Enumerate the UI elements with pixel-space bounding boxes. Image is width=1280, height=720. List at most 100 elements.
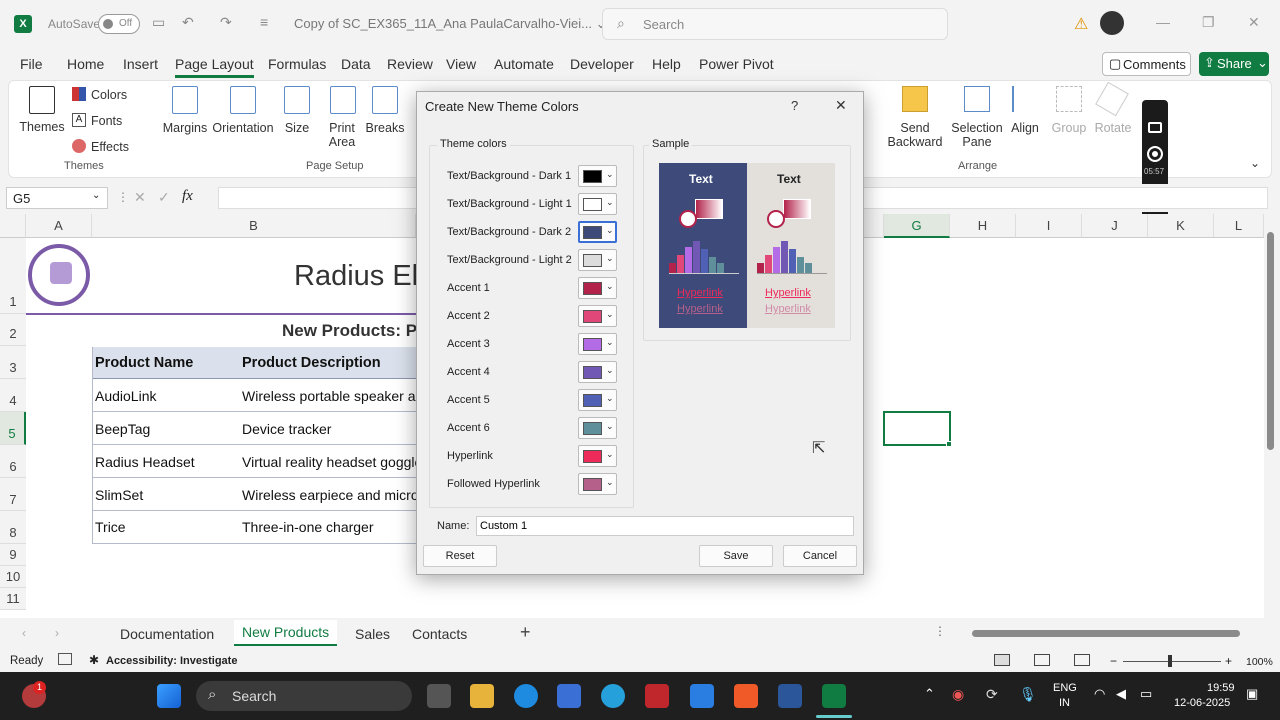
tab-page-layout[interactable]: Page Layout [175, 56, 254, 78]
taskbar-search[interactable]: ⌕ Search [196, 681, 412, 711]
task-view-icon[interactable] [427, 684, 451, 708]
row-header-6[interactable]: 6 [0, 445, 26, 478]
cell-product-description[interactable]: Three-in-one charger [242, 519, 374, 535]
sheet-tab-new-products[interactable]: New Products [234, 620, 338, 646]
normal-view-icon[interactable] [994, 654, 1010, 666]
mcafee-icon[interactable] [645, 684, 669, 708]
tab-home[interactable]: Home [67, 56, 104, 72]
windows-start-icon[interactable] [157, 684, 181, 708]
security-tray-icon[interactable]: ◉ [952, 686, 964, 703]
column-header-i[interactable]: I [1016, 214, 1082, 238]
row-header-2[interactable]: 2 [0, 314, 26, 346]
print-area-button[interactable]: Print Area [320, 121, 364, 149]
share-button[interactable]: ⇪ Share ⌄ [1199, 52, 1269, 76]
collapse-ribbon-icon[interactable]: ⌄ [1250, 156, 1260, 170]
column-header-g[interactable]: G [884, 214, 950, 238]
row-header-7[interactable]: 7 [0, 478, 26, 511]
battery-icon[interactable]: ▭ [1140, 686, 1152, 702]
margins-button[interactable]: Margins [160, 121, 210, 135]
accessibility-status[interactable]: Accessibility: Investigate [106, 655, 237, 667]
prev-sheet-icon[interactable]: ‹ [22, 626, 26, 640]
camera-icon[interactable] [1148, 122, 1162, 133]
show-hidden-icons[interactable]: ⌃ [924, 686, 935, 702]
row-header-8[interactable]: 8 [0, 511, 26, 544]
clock-date[interactable]: 12-06-2025 [1174, 697, 1230, 709]
selected-cell-g5[interactable] [883, 411, 951, 446]
warning-icon[interactable]: ⚠ [1074, 14, 1088, 34]
clock-time[interactable]: 19:59 [1207, 682, 1235, 694]
row-header-9[interactable]: 9 [0, 544, 26, 566]
document-title[interactable]: Copy of SC_EX365_11A_Ana PaulaCarvalho-V… [294, 16, 607, 32]
add-sheet-icon[interactable]: + [520, 622, 531, 643]
column-header-h[interactable]: H [950, 214, 1016, 238]
cell-product-name[interactable]: SlimSet [95, 487, 143, 503]
save-button[interactable]: Save [699, 545, 773, 567]
tab-help[interactable]: Help [652, 56, 681, 72]
help-button[interactable]: ? [791, 98, 798, 113]
align-button[interactable]: Align [1008, 121, 1042, 135]
undo-icon[interactable]: ↶ [182, 14, 194, 31]
row-header-3[interactable]: 3 [0, 346, 26, 379]
colors-button[interactable]: Colors [91, 88, 127, 102]
tab-automate[interactable]: Automate [494, 56, 554, 72]
fonts-button[interactable]: Fonts [91, 114, 122, 128]
macro-record-icon[interactable] [58, 653, 72, 665]
tab-file[interactable]: File [20, 56, 43, 72]
sheet-tab-documentation[interactable]: Documentation [120, 626, 214, 642]
avatar[interactable] [1100, 11, 1124, 35]
cell-product-name[interactable]: BeepTag [95, 421, 150, 437]
color-picker-button[interactable]: ⌄ [578, 473, 617, 495]
sheet-options-icon[interactable]: ⋮ [934, 624, 946, 638]
save-icon[interactable]: ▭ [152, 14, 165, 31]
language-eng[interactable]: ENG [1053, 682, 1077, 694]
cell-product-description[interactable]: Wireless portable speaker an [242, 388, 423, 404]
insert-function-button[interactable]: fx [182, 188, 193, 205]
cell-product-description[interactable]: Wireless earpiece and micro [242, 487, 419, 503]
cell-product-description[interactable]: Virtual reality headset goggles [242, 454, 429, 470]
zoom-slider-thumb[interactable] [1168, 655, 1172, 667]
row-header-1[interactable]: 1 [0, 238, 26, 314]
tab-insert[interactable]: Insert [123, 56, 158, 72]
edge-browser-icon[interactable] [514, 684, 538, 708]
tab-formulas[interactable]: Formulas [268, 56, 326, 72]
theme-name-input[interactable] [476, 516, 854, 536]
color-picker-button[interactable]: ⌄ [578, 221, 617, 243]
name-box-dropdown-icon[interactable]: ⌄ [92, 190, 100, 201]
customize-icon[interactable]: ≡ [260, 14, 268, 30]
wifi-icon[interactable]: ◠ [1094, 686, 1105, 702]
tab-power-pivot[interactable]: Power Pivot [699, 56, 774, 72]
language-in[interactable]: IN [1059, 697, 1070, 709]
zoom-slider[interactable] [1123, 661, 1221, 662]
comments-button[interactable]: ▢ Comments [1102, 52, 1191, 76]
fill-handle[interactable] [946, 441, 952, 447]
notifications-icon[interactable]: ▣ [1246, 686, 1258, 702]
sheet-tab-sales[interactable]: Sales [355, 626, 390, 642]
word-icon[interactable] [778, 684, 802, 708]
vertical-scroll-thumb[interactable] [1267, 232, 1274, 450]
color-picker-button[interactable]: ⌄ [578, 361, 617, 383]
color-picker-button[interactable]: ⌄ [578, 249, 617, 271]
record-icon[interactable] [1147, 146, 1163, 162]
excel-taskbar-icon[interactable] [822, 684, 846, 708]
reset-button[interactable]: Reset [423, 545, 497, 567]
group-button[interactable]: Group [1050, 121, 1088, 135]
selection-pane-button[interactable]: Selection Pane [950, 121, 1004, 149]
volume-icon[interactable]: ◀ [1116, 686, 1126, 702]
color-picker-button[interactable]: ⌄ [578, 277, 617, 299]
tab-view[interactable]: View [446, 56, 476, 72]
page-break-view-icon[interactable] [1074, 654, 1090, 666]
myhp-icon[interactable] [690, 684, 714, 708]
cell-product-name[interactable]: AudioLink [95, 388, 157, 404]
rotate-button[interactable]: Rotate [1094, 121, 1132, 135]
header-product-name[interactable]: Product Name [95, 355, 193, 371]
next-sheet-icon[interactable]: › [55, 626, 59, 640]
zoom-out-icon[interactable]: − [1110, 654, 1117, 668]
color-picker-button[interactable]: ⌄ [578, 333, 617, 355]
color-picker-button[interactable]: ⌄ [578, 193, 617, 215]
tab-data[interactable]: Data [341, 56, 371, 72]
cancel-button[interactable]: Cancel [783, 545, 857, 567]
send-backward-button[interactable]: Send Backward [880, 121, 950, 149]
autosave-toggle[interactable]: Off [98, 14, 140, 34]
zoom-level[interactable]: 100% [1246, 656, 1273, 668]
store-icon[interactable] [557, 684, 581, 708]
